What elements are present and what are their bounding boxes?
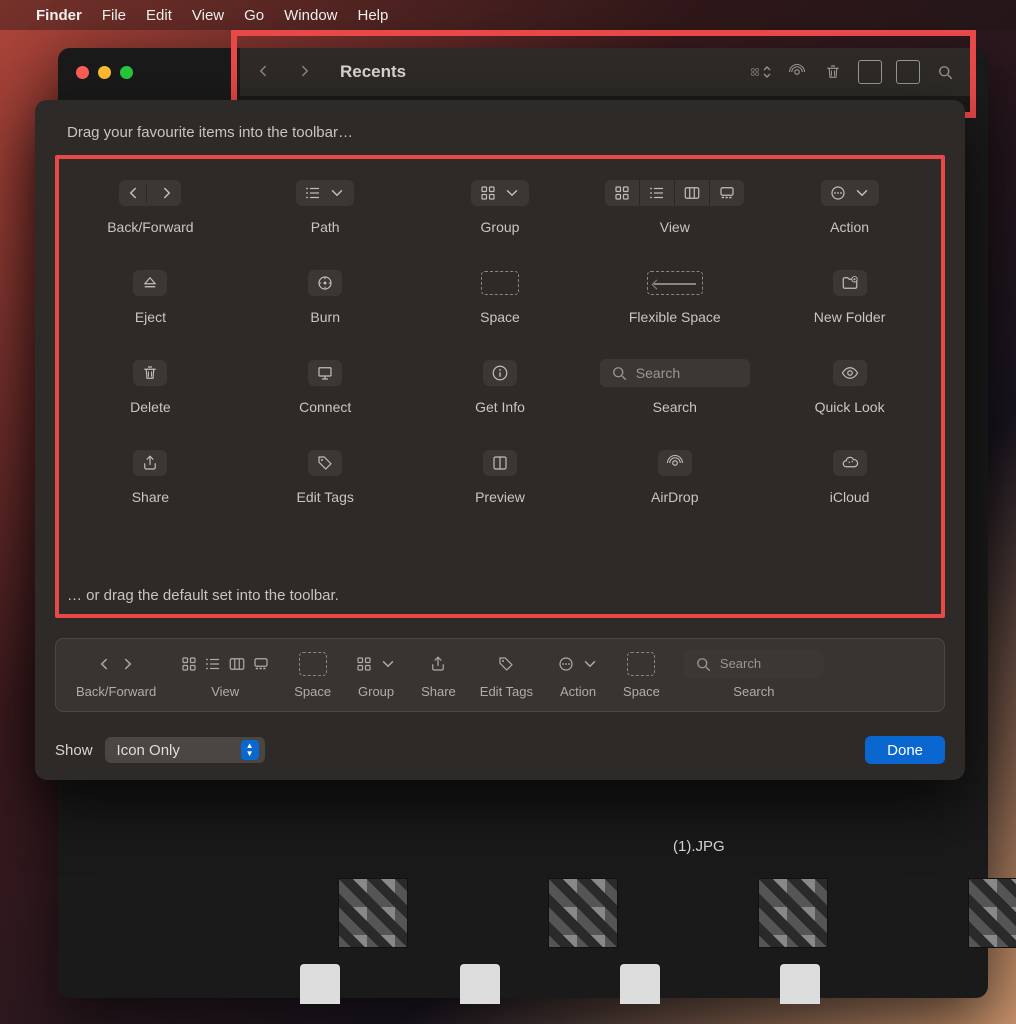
action-icon	[829, 184, 847, 202]
space-icon	[481, 271, 519, 295]
window-minimize-button[interactable]	[98, 66, 111, 79]
window-close-button[interactable]	[76, 66, 89, 79]
window-title: Recents	[340, 62, 406, 82]
chevron-right-icon	[153, 184, 181, 202]
connect-icon	[316, 364, 334, 382]
ds-space2: Space	[623, 652, 660, 699]
palette-view[interactable]: View	[587, 173, 762, 263]
menu-file[interactable]: File	[102, 7, 126, 24]
palette-quick-look[interactable]: Quick Look	[762, 353, 937, 443]
palette-space[interactable]: Space	[413, 263, 588, 353]
annotation-highlight: Back/Forward Path Group View	[55, 155, 945, 618]
palette-get-info[interactable]: Get Info	[413, 353, 588, 443]
customize-toolbar-sheet: Drag your favourite items into the toolb…	[35, 100, 965, 780]
file-thumbnail[interactable]	[758, 878, 828, 948]
menu-view[interactable]: View	[192, 7, 224, 24]
dock-peek	[300, 964, 820, 1024]
file-name-label: (1).JPG	[673, 838, 725, 855]
flexible-space-icon	[647, 271, 703, 295]
icon-view-icon	[605, 180, 640, 206]
palette-group[interactable]: Group	[413, 173, 588, 263]
toolbar-placeholder[interactable]	[896, 60, 920, 84]
search-icon	[610, 364, 628, 382]
chevron-down-icon	[853, 184, 871, 202]
traffic-lights	[76, 66, 133, 79]
ds-group: Group	[355, 652, 397, 699]
ds-share: Share	[421, 652, 456, 699]
ds-back-forward: Back/Forward	[76, 652, 156, 699]
palette-action[interactable]: Action	[762, 173, 937, 263]
palette-share[interactable]: Share	[63, 443, 238, 533]
ds-action: Action	[557, 652, 599, 699]
burn-icon	[316, 274, 334, 292]
file-thumbnail[interactable]	[968, 878, 1016, 948]
show-label: Show	[55, 742, 93, 759]
forward-button[interactable]	[296, 62, 314, 83]
chevron-left-icon	[119, 184, 147, 202]
tag-icon	[316, 454, 334, 472]
chevron-down-icon	[503, 184, 521, 202]
palette-icloud[interactable]: iCloud	[762, 443, 937, 533]
palette-search[interactable]: Search Search	[587, 353, 762, 443]
toolbar-placeholder[interactable]	[858, 60, 882, 84]
ds-edit-tags: Edit Tags	[480, 652, 533, 699]
palette-new-folder[interactable]: New Folder	[762, 263, 937, 353]
info-icon	[491, 364, 509, 382]
sheet-instruction-bottom: … or drag the default set into the toolb…	[67, 587, 937, 604]
back-button[interactable]	[254, 62, 272, 83]
menu-edit[interactable]: Edit	[146, 7, 172, 24]
eye-icon	[841, 364, 859, 382]
eject-icon	[141, 274, 159, 292]
trash-icon[interactable]	[822, 63, 844, 81]
palette-eject[interactable]: Eject	[63, 263, 238, 353]
file-thumbnails	[338, 878, 1016, 948]
gallery-view-icon	[710, 180, 744, 206]
search-icon[interactable]	[934, 63, 956, 81]
trash-icon	[141, 364, 159, 382]
grid-icon	[479, 184, 497, 202]
palette-connect[interactable]: Connect	[238, 353, 413, 443]
menu-go[interactable]: Go	[244, 7, 264, 24]
palette-back-forward[interactable]: Back/Forward	[63, 173, 238, 263]
stepper-icon: ▲▼	[241, 740, 259, 760]
chevron-down-icon	[328, 184, 346, 202]
palette-delete[interactable]: Delete	[63, 353, 238, 443]
default-toolbar-set[interactable]: Back/Forward View Space Group Share Edit…	[55, 638, 945, 712]
palette-edit-tags[interactable]: Edit Tags	[238, 443, 413, 533]
file-thumbnail[interactable]	[548, 878, 618, 948]
file-thumbnail[interactable]	[338, 878, 408, 948]
palette-path[interactable]: Path	[238, 173, 413, 263]
finder-toolbar: Recents	[240, 48, 970, 96]
menu-window[interactable]: Window	[284, 7, 337, 24]
list-view-icon	[640, 180, 675, 206]
toolbar-item-palette: Back/Forward Path Group View	[63, 173, 937, 581]
sheet-instruction-top: Drag your favourite items into the toolb…	[67, 124, 945, 141]
airdrop-icon[interactable]	[786, 63, 808, 81]
show-mode-select[interactable]: Icon Only ▲▼	[105, 737, 265, 763]
menubar[interactable]: Finder File Edit View Go Window Help	[0, 0, 1016, 30]
airdrop-icon	[666, 454, 684, 472]
palette-airdrop[interactable]: AirDrop	[587, 443, 762, 533]
palette-burn[interactable]: Burn	[238, 263, 413, 353]
menu-help[interactable]: Help	[358, 7, 389, 24]
share-icon	[141, 454, 159, 472]
cloud-icon	[841, 454, 859, 472]
view-switcher[interactable]	[750, 63, 772, 81]
palette-flexible-space[interactable]: Flexible Space	[587, 263, 762, 353]
column-view-icon	[675, 180, 710, 206]
ds-view: View	[180, 652, 270, 699]
new-folder-icon	[841, 274, 859, 292]
list-icon	[304, 184, 322, 202]
window-zoom-button[interactable]	[120, 66, 133, 79]
ds-space: Space	[294, 652, 331, 699]
app-menu[interactable]: Finder	[36, 7, 82, 24]
preview-icon	[491, 454, 509, 472]
done-button[interactable]: Done	[865, 736, 945, 764]
palette-preview[interactable]: Preview	[413, 443, 588, 533]
ds-search: Search Search	[684, 652, 824, 699]
